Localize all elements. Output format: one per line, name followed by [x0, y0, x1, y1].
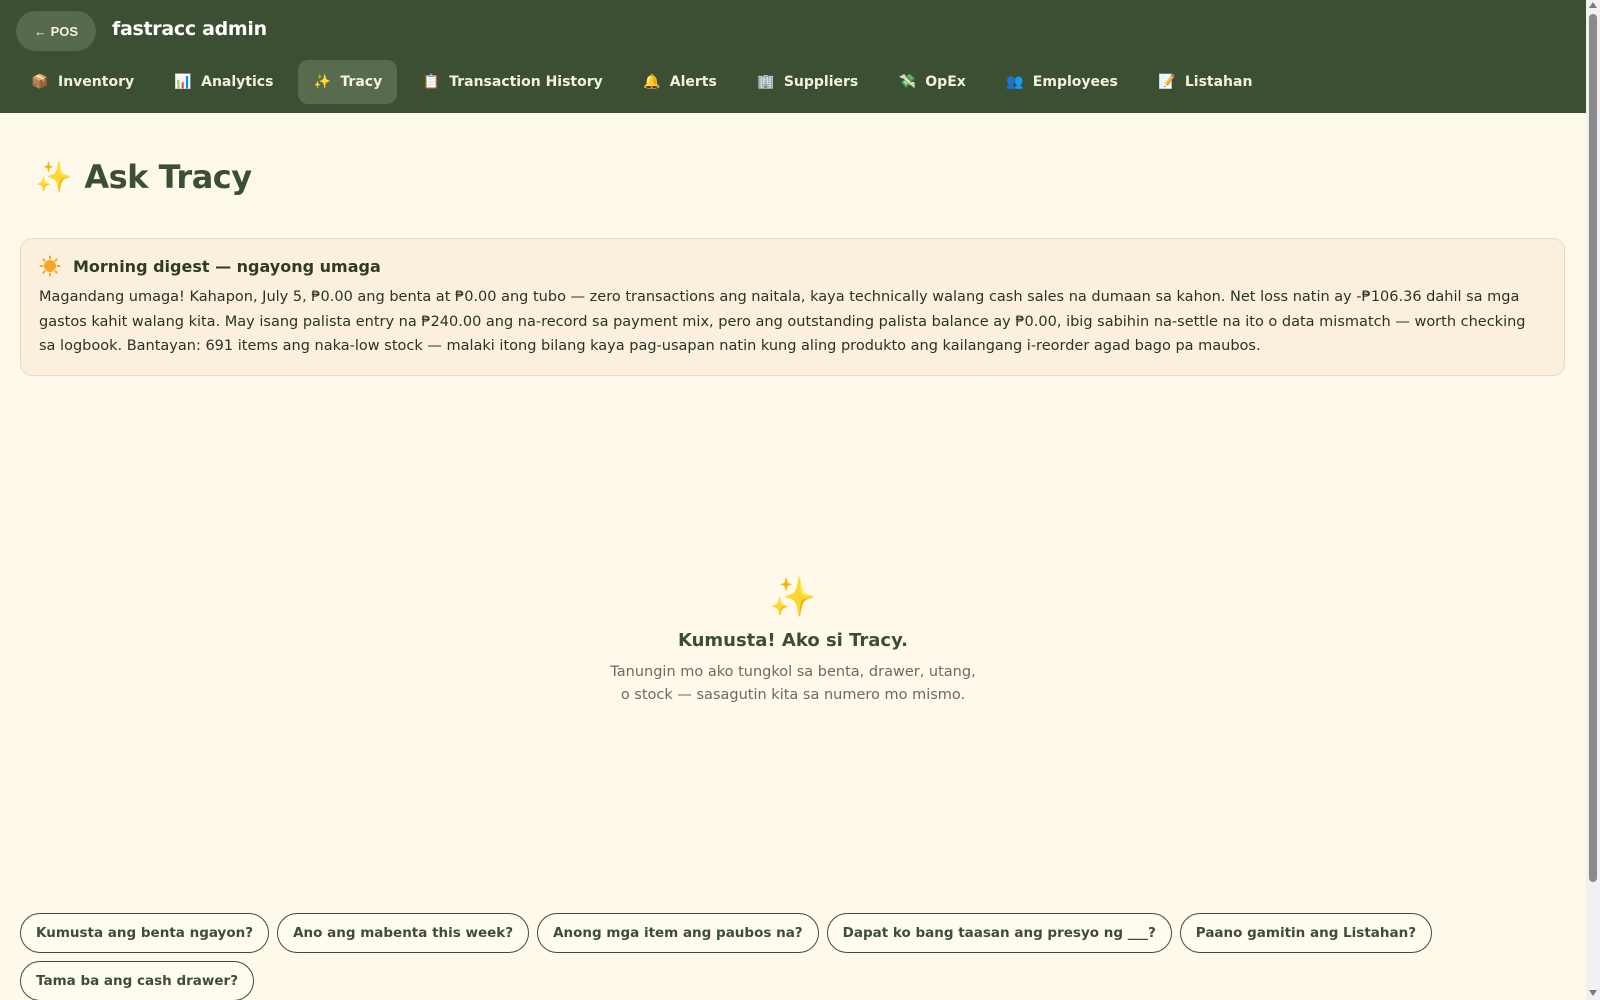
suggestion-chip[interactable]: Ano ang mabenta this week? — [277, 913, 530, 953]
nav-tabs: 📦 Inventory 📊 Analytics ✨ Tracy 📋 Transactio… — [16, 60, 1277, 104]
greeting-heading: Kumusta! Ako si Tracy. — [677, 630, 909, 651]
receipt-icon: 📋 — [422, 74, 440, 90]
page-heading: Ask Tracy — [84, 158, 252, 196]
tab-analytics[interactable]: 📊 Analytics — [159, 60, 288, 104]
money-icon: 💸 — [898, 74, 916, 90]
suggestion-chip[interactable]: Paano gamitin ang Listahan? — [1179, 913, 1433, 953]
package-icon: 📦 — [31, 74, 49, 90]
top-navigation-bar: ← POS fastracc admin 📦 Inventory 📊 Analyti… — [0, 0, 1586, 113]
scrollbar-thumb[interactable] — [1589, 14, 1597, 882]
empty-chat-state: ✨ Kumusta! Ako si Tracy. Tanungin mo ako… — [0, 575, 1586, 707]
sparkles-icon: ✨ — [313, 74, 332, 90]
digest-body-text: Magandang umaga! Kahapon, July 5, ₱0.00 … — [39, 289, 1526, 354]
suggestion-chip[interactable]: Dapat ko bang taasan ang presyo ng ___? — [826, 913, 1172, 953]
page-scrollbar[interactable] — [1586, 0, 1600, 1000]
tab-label: Suppliers — [783, 74, 859, 90]
digest-header: Morning digest — ngayong umaga — [39, 255, 1546, 277]
brand-logo-text: fastracc admin — [112, 18, 267, 40]
notebook-icon: 📝 — [1158, 74, 1176, 90]
tab-listahan[interactable]: 📝 Listahan — [1143, 60, 1268, 104]
tab-label: Inventory — [58, 74, 135, 90]
bell-icon: 🔔 — [643, 74, 661, 90]
back-to-pos-button[interactable]: ← POS — [16, 11, 96, 51]
tab-opex[interactable]: 💸 OpEx — [883, 60, 981, 104]
bar-chart-icon: 📊 — [174, 74, 192, 90]
sparkles-icon: ✨ — [769, 575, 817, 619]
tab-transaction-history[interactable]: 📋 Transaction History — [407, 60, 618, 104]
sun-icon — [39, 255, 61, 277]
morning-digest-card: Morning digest — ngayong umaga Magandang… — [20, 238, 1565, 376]
page-title: ✨ Ask Tracy — [35, 158, 252, 196]
greeting-subtext: Tanungin mo ako tungkol sa benta, drawer… — [0, 661, 1586, 707]
tab-suppliers[interactable]: 🏢 Suppliers — [742, 60, 873, 104]
building-icon: 🏢 — [757, 74, 775, 90]
tab-alerts[interactable]: 🔔 Alerts — [628, 60, 732, 104]
tab-inventory[interactable]: 📦 Inventory — [16, 60, 149, 104]
tab-label: Transaction History — [449, 74, 603, 90]
scroll-up-arrow-icon[interactable] — [1589, 2, 1597, 8]
tab-label: OpEx — [925, 74, 966, 90]
greeting-line-1: Tanungin mo ako tungkol sa benta, drawer… — [610, 664, 976, 680]
suggestion-chip[interactable]: Anong mga item ang paubos na? — [537, 913, 819, 953]
scroll-down-arrow-icon[interactable] — [1589, 990, 1597, 996]
tab-label: Alerts — [669, 74, 717, 90]
people-icon: 👥 — [1006, 74, 1024, 90]
tab-label: Listahan — [1184, 74, 1253, 90]
tab-employees[interactable]: 👥 Employees — [991, 60, 1133, 104]
tab-label: Employees — [1032, 74, 1118, 90]
tab-tracy[interactable]: ✨ Tracy — [298, 60, 398, 104]
suggestion-chips: Kumusta ang benta ngayon? Ano ang mabent… — [20, 913, 1560, 1000]
suggestion-chip[interactable]: Kumusta ang benta ngayon? — [20, 913, 270, 953]
digest-title: Morning digest — ngayong umaga — [73, 256, 381, 276]
sparkles-icon: ✨ — [35, 159, 73, 195]
tab-label: Tracy — [340, 74, 383, 90]
suggestion-chip[interactable]: Tama ba ang cash drawer? — [20, 961, 255, 1000]
tab-label: Analytics — [201, 74, 274, 90]
greeting-line-2: o stock — sasagutin kita sa numero mo mi… — [620, 687, 966, 703]
